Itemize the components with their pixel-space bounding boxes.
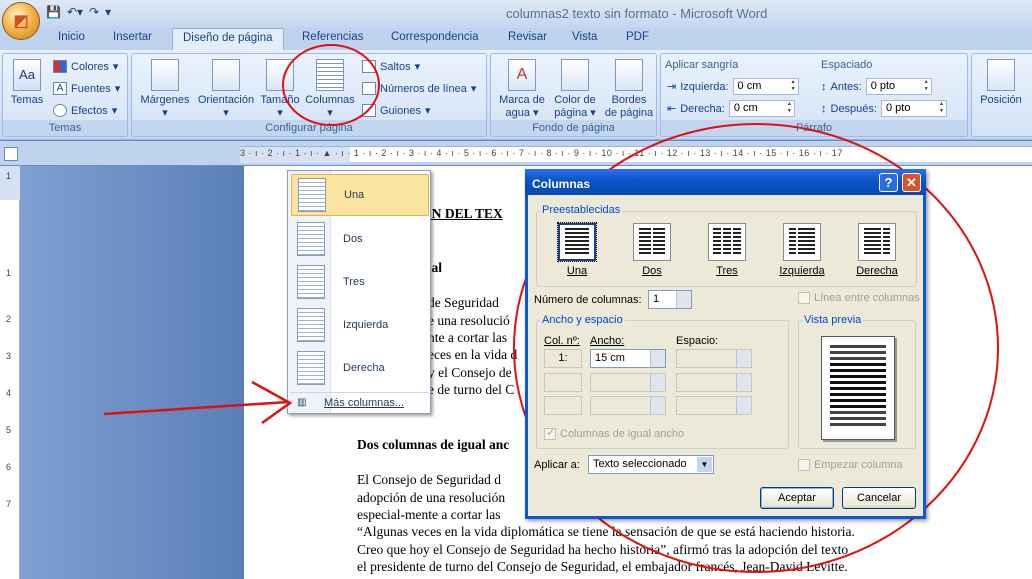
vista-previa-label: Vista previa <box>802 314 864 326</box>
preset-una[interactable]: Una <box>547 222 607 277</box>
preset-label: Una <box>566 265 588 277</box>
col-no-header: Col. nº: <box>544 335 580 347</box>
columnas-igual-ancho-checkbox[interactable] <box>544 426 556 440</box>
numero-columnas-label: Número de columnas: <box>534 294 642 306</box>
ancho-header: Ancho: <box>590 335 625 347</box>
dialog-title: Columnas <box>532 177 591 191</box>
col-number-3 <box>544 396 582 415</box>
col-number-2 <box>544 373 582 392</box>
cancelar-button[interactable]: Cancelar <box>842 487 916 509</box>
aplicar-a-label: Aplicar a: <box>534 459 580 471</box>
linea-entre-columnas-label: Línea entre columnas <box>814 292 920 304</box>
preset-three-icon <box>708 223 746 261</box>
vista-previa-page <box>821 336 895 440</box>
espacio-header: Espacio: <box>676 335 719 347</box>
columnas-igual-ancho-label: Columnas de igual ancho <box>560 428 685 440</box>
columnas-dialog: Columnas ? ✕ Preestablecidas Una Dos Tre… <box>525 169 926 519</box>
preset-right-icon <box>858 223 896 261</box>
col-number-1: 1: <box>544 349 582 368</box>
ancho-input-1[interactable]: 15 cm <box>590 349 666 368</box>
close-button[interactable]: ✕ <box>902 173 921 192</box>
annotation-circle-columnas <box>282 44 380 126</box>
preset-dos[interactable]: Dos <box>622 223 682 277</box>
preset-tres[interactable]: Tres <box>697 223 757 277</box>
dialog-title-bar: Columnas <box>525 169 926 195</box>
preset-two-icon <box>633 223 671 261</box>
preset-left-icon <box>783 223 821 261</box>
preset-izquierda[interactable]: Izquierda <box>772 223 832 277</box>
espacio-input-2 <box>676 373 752 392</box>
office-button[interactable]: ◩ <box>2 2 40 40</box>
preset-derecha[interactable]: Derecha <box>847 223 907 277</box>
preset-one-icon <box>557 222 597 262</box>
aplicar-a-select[interactable]: Texto seleccionado ▼ <box>588 455 714 474</box>
ancho-espacio-label: Ancho y espacio <box>540 314 625 326</box>
espacio-input-1 <box>676 349 752 368</box>
preset-label: Dos <box>642 265 662 277</box>
ancho-input-2 <box>590 373 666 392</box>
preestablecidas-label: Preestablecidas <box>540 204 623 216</box>
annotation-arrow <box>103 400 289 416</box>
preset-label: Izquierda <box>779 265 825 277</box>
dropdown-arrow-icon: ▼ <box>697 457 712 472</box>
espacio-input-3 <box>676 396 752 415</box>
empezar-columna-checkbox[interactable] <box>798 459 810 471</box>
ancho-input-3 <box>590 396 666 415</box>
numero-columnas-input[interactable]: 1 <box>648 290 692 309</box>
aplicar-a-value: Texto seleccionado <box>593 458 687 470</box>
office-logo-icon: ◩ <box>13 13 29 30</box>
help-button[interactable]: ? <box>879 173 898 192</box>
linea-entre-columnas-checkbox[interactable] <box>798 292 810 304</box>
aceptar-button[interactable]: Aceptar <box>760 487 834 509</box>
preset-label: Derecha <box>856 265 898 277</box>
empezar-columna-label: Empezar columna <box>814 459 903 471</box>
preset-label: Tres <box>716 265 738 277</box>
